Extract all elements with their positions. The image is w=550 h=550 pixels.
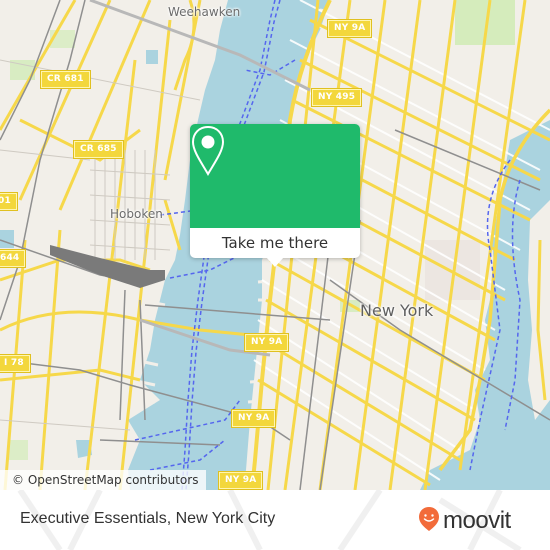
place-label-hoboken: Hoboken <box>110 207 163 221</box>
map-attribution[interactable]: © OpenStreetMap contributors <box>0 470 207 490</box>
moovit-pin-icon <box>418 506 440 536</box>
popup-header <box>190 124 360 228</box>
road-shield-ny-9a-lower: NY 9A <box>230 409 277 428</box>
rail-yard <box>50 245 165 288</box>
road-shield-ny-9a: NY 9A <box>326 19 373 38</box>
place-label-weehawken: Weehawken <box>168 5 241 19</box>
moovit-wordmark: moovit <box>443 507 511 534</box>
location-popup: Take me there <box>190 124 360 267</box>
road-shield-cr-685: CR 685 <box>73 140 124 159</box>
place-title: Executive Essentials, New York City <box>20 510 276 527</box>
moovit-logo[interactable]: moovit <box>418 506 511 536</box>
road-shield-ny-9a-mid: NY 9A <box>243 333 290 352</box>
popup-pointer <box>266 257 284 267</box>
place-label-new-york: New York <box>360 301 434 320</box>
road-shield-cr-681: CR 681 <box>40 70 91 89</box>
road-shield-ny-9a-bottom: NY 9A <box>217 471 264 490</box>
road-shield-partial-01: 01 <box>0 192 18 211</box>
take-me-there-button[interactable]: Take me there <box>190 228 360 258</box>
road-shield-partial-644: 644 <box>0 249 27 268</box>
road-shield-ny-495: NY 495 <box>310 88 363 107</box>
road-shield-i-78: I 78 <box>0 354 31 373</box>
footer-bar: Executive Essentials, New York City moov… <box>0 490 550 550</box>
map-view[interactable]: Weehawken Hoboken New York CR 681 CR 685… <box>0 0 550 490</box>
